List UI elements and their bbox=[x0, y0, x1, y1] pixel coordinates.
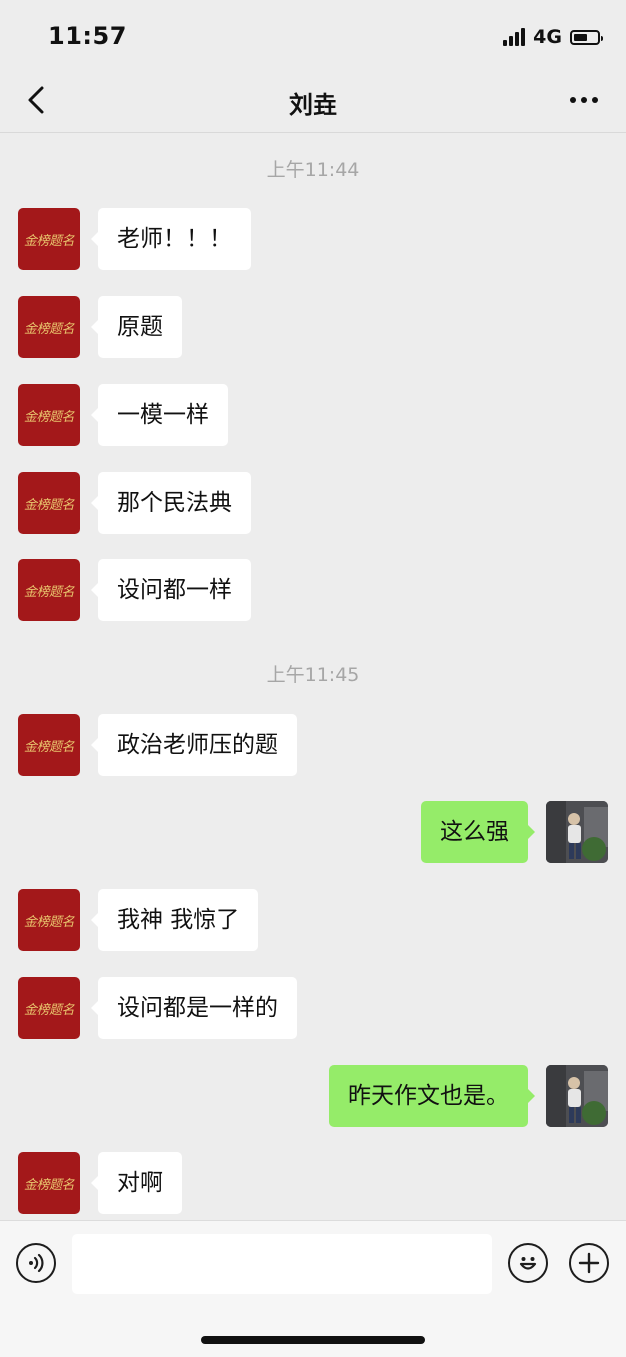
message-row: 金榜题名 对啊 bbox=[0, 1152, 626, 1214]
more-functions-button[interactable] bbox=[569, 1243, 609, 1283]
message-row: 金榜题名 那个民法典 bbox=[0, 472, 626, 534]
message-bubble-incoming[interactable]: 设问都一样 bbox=[91, 559, 251, 621]
contact-avatar[interactable]: 金榜题名 bbox=[18, 472, 80, 534]
contact-avatar[interactable]: 金榜题名 bbox=[18, 559, 80, 621]
message-bubble-incoming[interactable]: 那个民法典 bbox=[91, 472, 251, 534]
contact-avatar[interactable]: 金榜题名 bbox=[18, 384, 80, 446]
voice-button[interactable] bbox=[16, 1243, 56, 1283]
home-indicator bbox=[201, 1336, 425, 1344]
message-bubble-incoming[interactable]: 一模一样 bbox=[91, 384, 228, 446]
contact-avatar[interactable]: 金榜题名 bbox=[18, 714, 80, 776]
message-row: 金榜题名 设问都是一样的 bbox=[0, 977, 626, 1039]
user-photo bbox=[546, 1065, 608, 1127]
message-row: 金榜题名 一模一样 bbox=[0, 384, 626, 446]
message-row: 金榜题名 设问都一样 bbox=[0, 559, 626, 621]
message-row: 金榜题名 老师！！！ bbox=[0, 208, 626, 270]
voice-icon bbox=[29, 1253, 44, 1273]
message-bubble-incoming[interactable]: 设问都是一样的 bbox=[91, 977, 297, 1039]
message-input[interactable] bbox=[72, 1234, 492, 1294]
status-time: 11:57 bbox=[48, 22, 127, 50]
message-bubble-incoming[interactable]: 原题 bbox=[91, 296, 182, 358]
plus-icon bbox=[578, 1252, 600, 1274]
contact-avatar[interactable]: 金榜题名 bbox=[18, 977, 80, 1039]
message-row: 昨天作文也是。 bbox=[0, 1065, 626, 1127]
contact-avatar[interactable]: 金榜题名 bbox=[18, 889, 80, 951]
status-bar: 11:57 4G bbox=[0, 0, 626, 78]
message-row: 这么强 bbox=[0, 801, 626, 863]
timestamp: 上午11:45 bbox=[266, 664, 360, 686]
network-type: 4G bbox=[533, 26, 562, 48]
message-bubble-incoming[interactable]: 老师！！！ bbox=[91, 208, 251, 270]
more-dots-icon bbox=[570, 97, 598, 103]
chat-history[interactable]: 上午11:44 金榜题名 老师！！！ 金榜题名 原题 金榜题名 一模一样 金榜题… bbox=[0, 133, 626, 1220]
timestamp: 上午11:44 bbox=[266, 159, 360, 181]
user-photo bbox=[546, 801, 608, 863]
message-bubble-outgoing[interactable]: 这么强 bbox=[421, 801, 535, 863]
nav-bar: 刘垚 bbox=[0, 70, 626, 133]
status-indicators: 4G bbox=[503, 26, 603, 48]
contact-avatar[interactable]: 金榜题名 bbox=[18, 1152, 80, 1214]
signal-icon bbox=[503, 28, 526, 46]
message-row: 金榜题名 我神 我惊了 bbox=[0, 889, 626, 951]
contact-avatar[interactable]: 金榜题名 bbox=[18, 296, 80, 358]
message-row: 金榜题名 政治老师压的题 bbox=[0, 714, 626, 776]
contact-avatar[interactable]: 金榜题名 bbox=[18, 208, 80, 270]
emoji-button[interactable] bbox=[508, 1243, 548, 1283]
message-bubble-incoming[interactable]: 对啊 bbox=[91, 1152, 182, 1214]
emoji-icon bbox=[519, 1257, 537, 1270]
message-row: 金榜题名 原题 bbox=[0, 296, 626, 358]
user-avatar[interactable] bbox=[546, 801, 608, 863]
message-bubble-incoming[interactable]: 我神 我惊了 bbox=[90, 889, 259, 951]
message-bubble-outgoing[interactable]: 昨天作文也是。 bbox=[329, 1065, 535, 1127]
chat-title: 刘垚 bbox=[289, 91, 337, 119]
user-avatar[interactable] bbox=[546, 1065, 608, 1127]
battery-icon bbox=[570, 29, 603, 45]
more-button[interactable] bbox=[564, 85, 604, 115]
message-bubble-incoming[interactable]: 政治老师压的题 bbox=[91, 714, 297, 776]
